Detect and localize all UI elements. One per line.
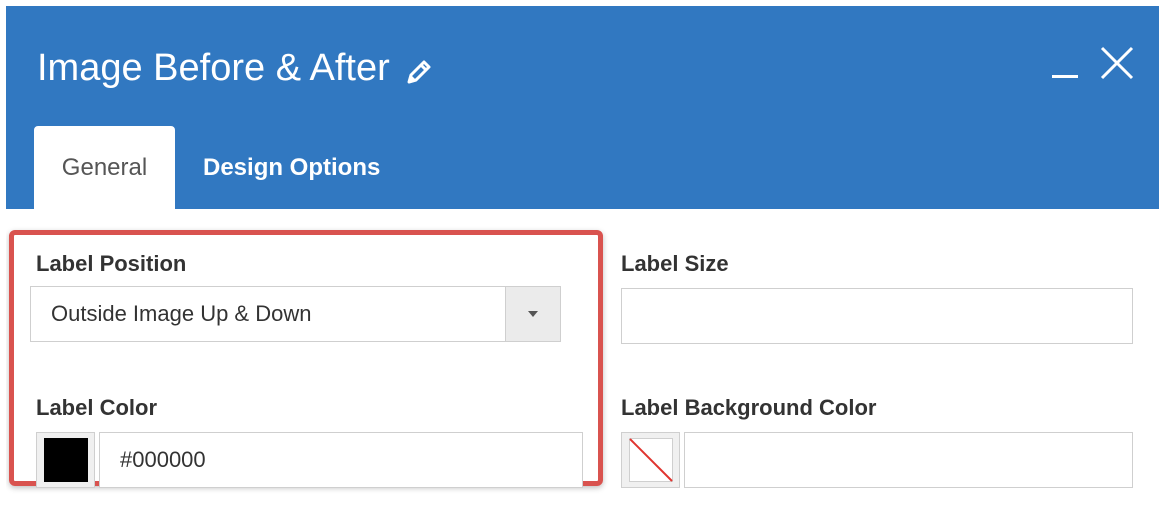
tab-general[interactable]: General — [34, 126, 175, 209]
label-background-color-input[interactable] — [684, 432, 1133, 488]
label-size-label: Label Size — [621, 251, 729, 276]
label-color-swatch[interactable] — [36, 432, 95, 488]
color-swatch-fill — [43, 438, 88, 482]
dialog-header: Image Before & After General Design Opti… — [6, 6, 1159, 209]
tab-design-options[interactable]: Design Options — [175, 126, 408, 209]
label-color-label: Label Color — [36, 395, 158, 420]
label-position-select[interactable]: Outside Image Up & Down — [30, 286, 561, 342]
label-position-value: Outside Image Up & Down — [51, 301, 312, 326]
dialog: Image Before & After General Design Opti… — [6, 6, 1159, 523]
close-icon[interactable] — [1100, 44, 1134, 84]
label-position-label: Label Position — [36, 251, 187, 276]
label-color-input[interactable]: #000000 — [99, 432, 583, 488]
minimize-icon[interactable] — [1052, 44, 1078, 84]
dialog-title: Image Before & After — [37, 46, 434, 90]
label-background-color-label: Label Background Color — [621, 395, 877, 420]
dialog-title-text: Image Before & After — [37, 47, 390, 89]
pencil-icon[interactable] — [404, 53, 434, 84]
window-controls — [1052, 44, 1134, 84]
no-color-icon — [628, 438, 673, 482]
label-background-color-swatch[interactable] — [621, 432, 680, 488]
label-size-input[interactable] — [621, 288, 1133, 344]
dropdown-arrow-box[interactable] — [505, 287, 560, 341]
tab-bar: General Design Options — [34, 126, 408, 209]
chevron-down-icon — [528, 311, 538, 317]
